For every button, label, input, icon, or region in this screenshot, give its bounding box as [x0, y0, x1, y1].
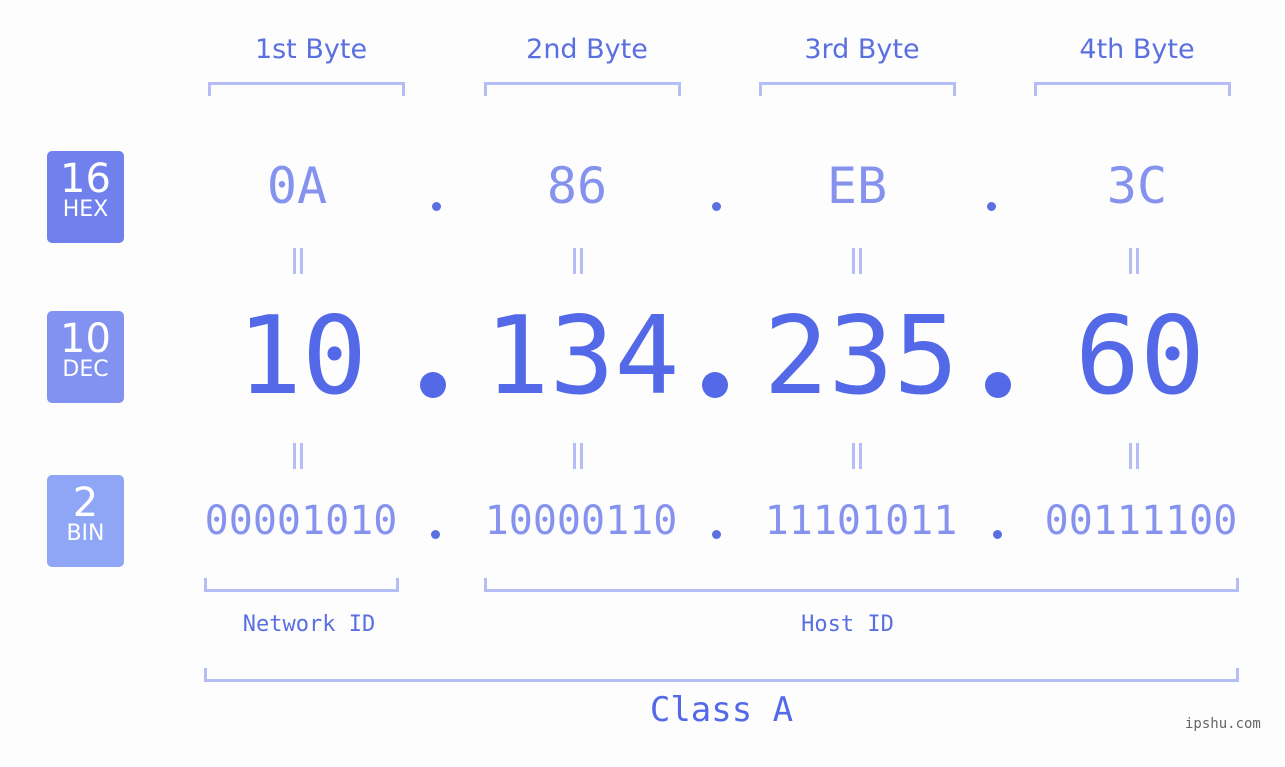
hex-byte-1: 0A: [266, 157, 328, 215]
dec-separator-dot: [420, 372, 446, 398]
hex-base-number: 16: [60, 156, 111, 202]
network-id-bracket: [204, 578, 399, 592]
byte-1-bracket: [208, 82, 405, 96]
bin-separator-dot: [993, 530, 1002, 539]
bin-separator-dot: [712, 530, 721, 539]
equals-icon: [571, 443, 585, 469]
equals-icon: [1127, 248, 1141, 274]
hex-separator-dot: [987, 202, 996, 211]
host-id-label: Host ID: [801, 612, 894, 637]
equals-icon: [850, 248, 864, 274]
hex-byte-3: EB: [826, 157, 888, 215]
class-bracket: [204, 668, 1239, 682]
hex-separator-dot: [712, 202, 721, 211]
dec-byte-2: 134: [484, 294, 680, 419]
dec-byte-1: 10: [236, 294, 368, 419]
class-label: Class A: [649, 690, 794, 730]
hex-separator-dot: [432, 202, 441, 211]
bin-byte-3: 11101011: [764, 498, 958, 544]
dec-base-number: 10: [60, 316, 111, 362]
dec-base-label: DEC: [62, 357, 109, 382]
hex-base-label: HEX: [62, 197, 109, 222]
bin-byte-2: 10000110: [484, 498, 678, 544]
bin-base-number: 2: [72, 480, 99, 526]
equals-icon: [291, 443, 305, 469]
bin-byte-1: 00001010: [204, 498, 398, 544]
dec-byte-3: 235: [763, 294, 959, 419]
equals-icon: [850, 443, 864, 469]
dec-byte-4: 60: [1074, 294, 1206, 419]
hex-byte-4: 3C: [1106, 157, 1168, 215]
watermark: ipshu.com: [1185, 716, 1261, 732]
byte-header-1: 1st Byte: [254, 34, 368, 65]
byte-3-bracket: [759, 82, 956, 96]
byte-4-bracket: [1034, 82, 1231, 96]
dec-separator-dot: [702, 372, 728, 398]
byte-header-4: 4th Byte: [1079, 34, 1195, 65]
host-id-bracket: [484, 578, 1239, 592]
dec-separator-dot: [985, 372, 1011, 398]
equals-icon: [291, 248, 305, 274]
equals-icon: [571, 248, 585, 274]
bin-base-label: BIN: [66, 521, 105, 546]
equals-icon: [1127, 443, 1141, 469]
hex-byte-2: 86: [546, 157, 608, 215]
bin-badge: 2 BIN: [47, 475, 124, 567]
bin-byte-4: 00111100: [1044, 498, 1238, 544]
network-id-label: Network ID: [242, 612, 376, 637]
byte-header-3: 3rd Byte: [804, 34, 920, 65]
byte-2-bracket: [484, 82, 681, 96]
dec-badge: 10 DEC: [47, 311, 124, 403]
hex-badge: 16 HEX: [47, 151, 124, 243]
bin-separator-dot: [431, 530, 440, 539]
byte-header-2: 2nd Byte: [526, 34, 648, 65]
